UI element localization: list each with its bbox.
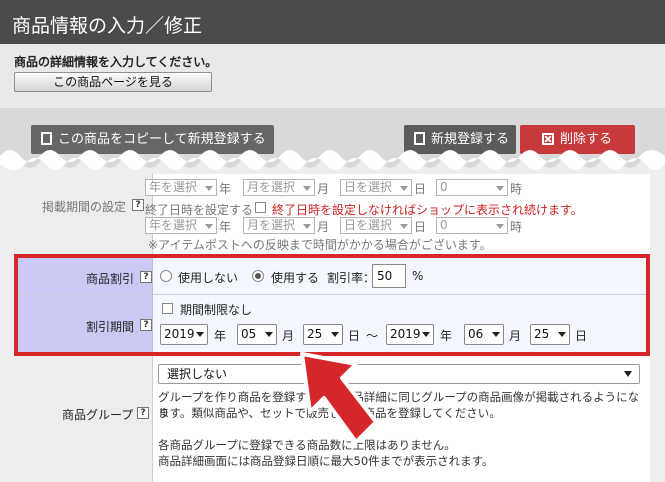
discount-off-radio[interactable] <box>160 270 172 282</box>
chevron-down-icon <box>624 371 632 377</box>
end-date-label: 終了日時を設定する <box>145 203 254 217</box>
start-month-unit: 月 <box>317 182 330 196</box>
chevron-down-icon <box>400 224 408 229</box>
start-year-select[interactable]: 年を選択 <box>145 179 217 196</box>
end-hour-unit: 時 <box>510 220 523 234</box>
discount-end-month-unit: 月 <box>509 329 522 343</box>
chevron-down-icon <box>558 332 566 337</box>
end-month-unit: 月 <box>317 220 330 234</box>
chevron-down-icon <box>303 186 311 191</box>
form-right-gutter <box>650 174 665 482</box>
discount-rate-unit: % <box>412 269 424 283</box>
end-date-checkbox[interactable] <box>255 202 266 213</box>
end-year-unit: 年 <box>219 220 232 234</box>
page-description: 商品の詳細情報を入力してください。 <box>14 55 218 69</box>
discount-off-label: 使用しない <box>178 271 239 285</box>
discount-start-day-select[interactable]: 25 <box>303 324 343 345</box>
discount-end-year-select[interactable]: 2019 <box>386 324 434 345</box>
end-day-unit: 日 <box>414 220 427 234</box>
group-description-line-4: 商品詳細画面には商品登録日順に最大50件までが表示されます。 <box>158 454 494 468</box>
discount-help-icon[interactable]: ? <box>140 271 152 283</box>
period-note: ※アイテムポストへの反映まで時間がかかる場合がございます。 <box>148 238 492 252</box>
group-description-line-3: 各商品グループに登録できる商品数に上限はありません。 <box>158 438 456 452</box>
page-title: 商品情報の入力／修正 <box>0 0 665 44</box>
column-divider <box>152 258 153 352</box>
discount-period-label: 割引期間 <box>86 320 135 334</box>
group-select[interactable]: 選択しない <box>158 364 640 384</box>
start-hour-unit: 時 <box>510 182 523 196</box>
discount-rate-label: 割引率： <box>327 271 376 285</box>
date-range-separator: ～ <box>366 329 379 343</box>
chevron-down-icon <box>422 332 430 337</box>
chevron-down-icon <box>496 186 504 191</box>
pointer-arrow-icon <box>300 352 378 444</box>
end-year-select[interactable]: 年を選択 <box>145 217 217 234</box>
unlimited-period-checkbox[interactable] <box>162 303 173 314</box>
period-help-icon[interactable]: ? <box>132 199 144 211</box>
group-help-icon[interactable]: ? <box>137 407 149 419</box>
start-day-select[interactable]: 日を選択 <box>340 179 412 196</box>
chevron-down-icon <box>205 224 213 229</box>
torn-edge-divider <box>0 150 665 178</box>
discount-start-year-select[interactable]: 2019 <box>160 324 208 345</box>
view-product-page-button[interactable]: この商品ページを見る <box>14 72 212 92</box>
chevron-down-icon <box>196 332 204 337</box>
chevron-down-icon <box>496 224 504 229</box>
chevron-down-icon <box>331 332 339 337</box>
start-hour-select[interactable]: 0 <box>436 179 508 196</box>
discount-end-month-select[interactable]: 06 <box>464 324 504 345</box>
discount-end-year-unit: 年 <box>440 329 453 343</box>
start-year-unit: 年 <box>219 182 232 196</box>
discount-start-year-unit: 年 <box>214 329 227 343</box>
chevron-down-icon <box>205 186 213 191</box>
discount-start-day-unit: 日 <box>348 329 361 343</box>
discount-label: 商品割引 <box>86 272 135 286</box>
chevron-down-icon <box>492 332 500 337</box>
discount-rate-input[interactable]: 50 <box>372 264 406 288</box>
discount-on-radio[interactable] <box>252 270 264 282</box>
chevron-down-icon <box>265 332 273 337</box>
start-day-unit: 日 <box>414 182 427 196</box>
group-description-line-2: ます。類似商品や、セットで販売したい商品を登録してください。 <box>158 406 501 420</box>
group-label: 商品グループ <box>62 408 134 422</box>
discount-start-month-select[interactable]: 05 <box>237 324 277 345</box>
discount-period-help-icon[interactable]: ? <box>140 319 152 331</box>
discount-on-label: 使用する <box>271 271 320 285</box>
unlimited-period-label: 期間制限なし <box>180 303 253 317</box>
discount-end-day-unit: 日 <box>575 329 588 343</box>
row-divider <box>18 294 646 295</box>
chevron-down-icon <box>400 186 408 191</box>
start-month-select[interactable]: 月を選択 <box>243 179 315 196</box>
end-month-select[interactable]: 月を選択 <box>243 217 315 234</box>
end-date-warning: 終了日時を設定しなければショップに表示され続けます。 <box>272 203 583 217</box>
discount-highlight-box: 商品割引 ? 使用しない 使用する 割引率： 50 % 割引期間 ? 期間制限な… <box>14 254 650 356</box>
form-left-gutter <box>0 174 14 482</box>
discount-start-month-unit: 月 <box>282 329 295 343</box>
end-day-select[interactable]: 日を選択 <box>340 217 412 234</box>
end-hour-select[interactable]: 0 <box>436 217 508 234</box>
discount-end-day-select[interactable]: 25 <box>530 324 570 345</box>
chevron-down-icon <box>303 224 311 229</box>
period-label: 掲載期間の設定 <box>42 200 127 214</box>
